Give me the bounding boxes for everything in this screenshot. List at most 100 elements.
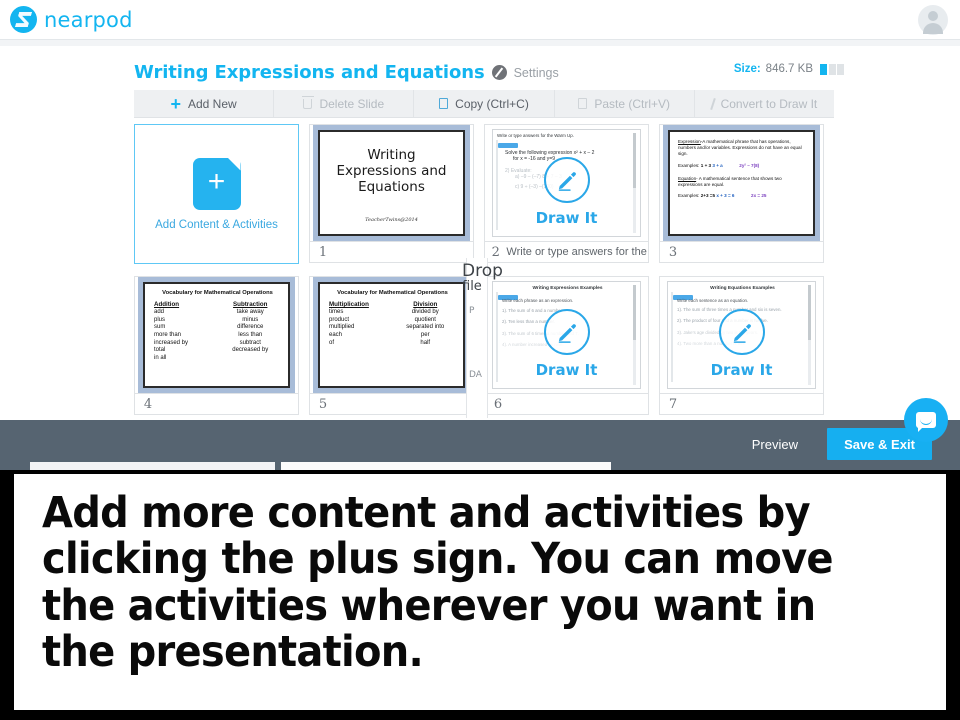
- vocab-item: divided by: [411, 309, 439, 315]
- draw-it-thumb: Writing Equations Examples Write each se…: [660, 277, 823, 393]
- vocab-item: more than: [154, 332, 182, 339]
- pencil-icon: [543, 157, 590, 203]
- vocab-item: of: [329, 339, 335, 346]
- slide-preview: Vocabulary for Mathematical Operations A…: [134, 276, 299, 394]
- slide-preview: Writing Expressions and Equations Teache…: [309, 124, 474, 242]
- preview-button[interactable]: Preview: [752, 437, 798, 452]
- vocab-column-left: Multiplication times product multiplied …: [329, 301, 391, 347]
- slide-number-bar: 4: [134, 393, 299, 415]
- vocab-column-right: Division divided by quotient separated i…: [395, 301, 457, 347]
- size-meter: [820, 63, 844, 75]
- vocab-item: in all: [154, 355, 167, 362]
- slide-number: 5: [318, 396, 328, 412]
- vocab-item: multiplied: [329, 324, 355, 331]
- vocab-item: plus: [154, 316, 166, 323]
- draw-it-label: Draw It: [710, 361, 773, 379]
- example-value: 2+3 =5: [700, 193, 716, 199]
- vocab-item: sum: [154, 324, 166, 331]
- toolbar-item-label: Add New: [188, 96, 237, 111]
- title-line: Writing: [367, 147, 416, 163]
- slide-number-bar: 5: [309, 393, 474, 415]
- vocab-heading: Vocabulary for Mathematical Operations: [337, 290, 448, 296]
- slide-thumb-1[interactable]: Writing Expressions and Equations Teache…: [309, 124, 474, 264]
- nearpod-logo-icon: [10, 6, 37, 33]
- slide-number: 1: [318, 244, 328, 260]
- ppt-thumb: Expression-A mathematical phrase that ha…: [660, 125, 823, 241]
- slide-number-bar: 2 Write or type answers for the War...: [484, 241, 649, 263]
- vocab-body: Vocabulary for Mathematical Operations M…: [320, 284, 463, 386]
- slide-preview: Vocabulary for Mathematical Operations M…: [309, 276, 474, 394]
- vocab-column-left: Addition add plus sum more than increase…: [154, 301, 216, 363]
- brand-name: nearpod: [44, 7, 133, 32]
- slide-thumb-2[interactable]: Write or type answers for the Warm Up. S…: [484, 124, 649, 264]
- chat-bubble-icon[interactable]: [904, 398, 948, 442]
- vocab-column-head: Division: [413, 301, 438, 308]
- slide-thumb-5[interactable]: Vocabulary for Mathematical Operations M…: [309, 276, 474, 416]
- toolbar-copy-button[interactable]: Copy (Ctrl+C): [414, 90, 555, 117]
- editor-toolbar: + Add New Delete Slide Copy (Ctrl+C) Pas…: [134, 90, 834, 118]
- ppt-page: Writing Expressions and Equations Teache…: [313, 125, 470, 241]
- toolbar-add-new-button[interactable]: + Add New: [134, 90, 275, 117]
- vocab-item: per: [420, 332, 430, 339]
- slide-thumb-4[interactable]: Vocabulary for Mathematical Operations A…: [134, 276, 299, 416]
- title-line: Expressions and: [336, 163, 447, 180]
- slide-thumb-6[interactable]: Writing Expressions Examples Write each …: [484, 276, 649, 416]
- slide-number-bar: 6: [484, 393, 649, 415]
- vocab-column-head: Multiplication: [329, 301, 369, 308]
- slide-number: 7: [668, 396, 678, 412]
- example-value: 2y² – 7(8): [739, 162, 760, 168]
- ppt-page: Vocabulary for Mathematical Operations A…: [138, 277, 295, 393]
- toolbar-paste-button[interactable]: Paste (Ctrl+V): [555, 90, 695, 117]
- screenshot-root: nearpod Writing Expressions and Equation…: [0, 0, 960, 720]
- vocab-item: decreased by: [232, 347, 269, 354]
- ghost-label: P: [469, 306, 475, 316]
- doc-tag-icon: [498, 143, 518, 148]
- ppt-page: Expression-A mathematical phrase that ha…: [663, 125, 820, 241]
- size-value: 846.7 KB: [765, 63, 813, 75]
- trash-icon: [301, 95, 314, 109]
- slide-grid: + Add Content & Activities Writing Expre…: [134, 124, 850, 416]
- vocab-item: quotient: [414, 316, 436, 323]
- settings-icon[interactable]: [491, 65, 507, 80]
- deck-title-row: Writing Expressions and Equations Settin…: [134, 62, 559, 83]
- add-content-cell[interactable]: + Add Content & Activities: [134, 124, 299, 264]
- slide-number-bar: 7: [659, 393, 824, 415]
- draw-it-label: Draw It: [535, 209, 598, 227]
- ppt-page: Vocabulary for Mathematical Operations M…: [313, 277, 470, 393]
- vocab-item: take away: [236, 309, 264, 315]
- slide-thumb-3[interactable]: Expression-A mathematical phrase that ha…: [659, 124, 824, 264]
- slide-preview: Writing Equations Examples Write each se…: [659, 276, 824, 394]
- add-document-plus-icon: +: [192, 157, 241, 210]
- slide-number-bar: 3: [659, 241, 824, 263]
- examples-label: Examples:: [678, 193, 700, 199]
- toolbar-delete-slide-button[interactable]: Delete Slide: [274, 90, 415, 117]
- add-content-activities-tile[interactable]: + Add Content & Activities: [134, 124, 299, 264]
- nearpod-logo[interactable]: nearpod: [10, 6, 133, 33]
- toolbar-convert-to-draw-it-button[interactable]: Convert to Draw It: [695, 90, 834, 117]
- horizontal-scrollbar-track[interactable]: [281, 462, 611, 470]
- drop-overlay-column: P DA: [466, 258, 488, 418]
- settings-link[interactable]: Settings: [514, 66, 559, 80]
- pencil-icon: [543, 309, 590, 355]
- toolbar-item-label: Paste (Ctrl+V): [594, 96, 671, 111]
- vocab-item: add: [154, 309, 165, 315]
- vocab-item: times: [329, 309, 344, 315]
- slide-thumb-7[interactable]: Writing Equations Examples Write each se…: [659, 276, 824, 416]
- slide-preview: Writing Expressions Examples Write each …: [484, 276, 649, 394]
- title-slide-body: Writing Expressions and Equations: [326, 147, 457, 196]
- draw-it-thumb: Writing Expressions Examples Write each …: [485, 277, 648, 393]
- slide-number-bar: 1: [309, 241, 474, 263]
- vocab-item: separated into: [406, 324, 445, 331]
- definitions-body: Expression-A mathematical phrase that ha…: [670, 132, 813, 234]
- slide-preview: Expression-A mathematical phrase that ha…: [659, 124, 824, 242]
- nearpod-app-window: nearpod Writing Expressions and Equation…: [0, 0, 960, 470]
- vocab-heading: Vocabulary for Mathematical Operations: [162, 290, 273, 296]
- example-value: 2x = 25: [751, 193, 767, 199]
- size-label: Size:: [733, 63, 761, 75]
- vocab-item: product: [329, 316, 350, 323]
- vocab-item: difference: [237, 324, 264, 331]
- title-slide-signature: TeacherTwins@2014: [365, 217, 418, 223]
- horizontal-scrollbar-thumb[interactable]: [30, 462, 275, 470]
- user-avatar-icon[interactable]: [918, 5, 948, 35]
- copy-icon: [439, 98, 449, 109]
